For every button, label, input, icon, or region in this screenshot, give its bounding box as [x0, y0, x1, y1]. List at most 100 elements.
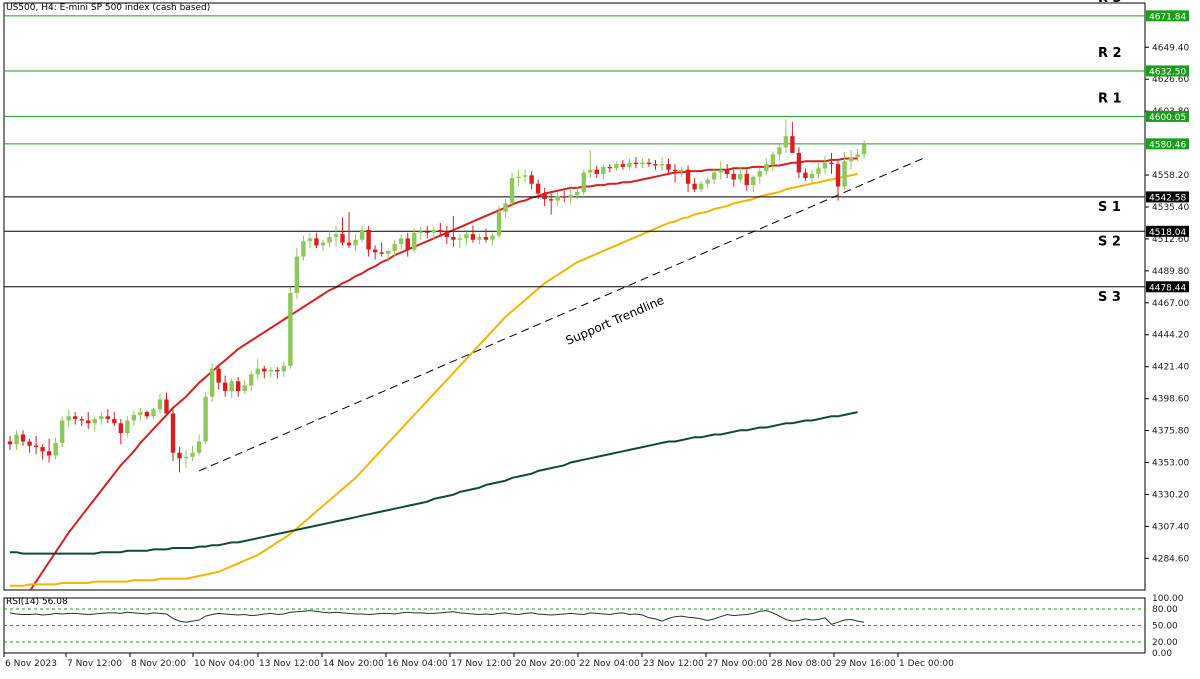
chart-window: US500, H4: E-mini SP 500 index (cash bas… [0, 0, 1200, 675]
candle-body [666, 164, 671, 170]
candle-body [796, 152, 802, 173]
candle-body [27, 441, 32, 446]
candle-body [242, 385, 247, 392]
candle-body [333, 234, 339, 237]
candle-body [144, 412, 150, 417]
candle-body [346, 242, 352, 246]
candle-body [861, 144, 867, 155]
x-tick-label: 6 Nov 2023 [5, 659, 57, 669]
candle-body [614, 164, 619, 169]
moving-average-line [10, 411, 858, 555]
candle-body [542, 193, 547, 200]
candle-body [294, 256, 300, 293]
rsi-tick-label: 0.00 [1152, 649, 1172, 659]
x-tick-label: 27 Nov 00:00 [707, 659, 768, 669]
candle-body [209, 368, 215, 397]
candle-body [770, 154, 776, 165]
x-tick-label: 29 Nov 16:00 [835, 659, 896, 669]
level-label: R 1 [1098, 91, 1122, 106]
candle-body [314, 238, 319, 246]
candle-body [216, 368, 221, 383]
candle-body [725, 169, 730, 174]
candle-body [379, 252, 384, 254]
symbol-header: US500, H4: E-mini SP 500 index (cash bas… [6, 3, 211, 13]
x-tick-label: 13 Nov 12:00 [259, 659, 320, 669]
candle-body [829, 162, 834, 165]
candle-body [138, 412, 143, 415]
candle-body [66, 416, 71, 421]
candle-body [738, 173, 743, 180]
candle-body [33, 445, 39, 448]
rsi-header: RSI(14) 56.08 [6, 597, 68, 607]
candle-body [196, 441, 202, 453]
x-tick-label: 17 Nov 12:00 [451, 659, 512, 669]
candle-body [372, 249, 378, 253]
candle-body [151, 409, 156, 417]
candle-body [568, 194, 573, 198]
candle-body [131, 414, 137, 421]
candle-body [477, 236, 482, 240]
candle-body [183, 456, 189, 459]
candle-body [816, 168, 821, 174]
candle-body [464, 234, 469, 239]
candle-body [672, 169, 678, 172]
candle-body [764, 164, 769, 172]
candle-body [679, 169, 684, 172]
candle-body [783, 136, 789, 148]
x-tick-label: 14 Nov 20:00 [323, 659, 384, 669]
x-tick-label: 28 Nov 08:00 [771, 659, 832, 669]
rsi-line [9, 610, 865, 625]
candle-body [385, 250, 391, 254]
candle-body [757, 171, 762, 177]
candle-body [340, 234, 345, 243]
candle-body [835, 164, 841, 187]
candle-body [803, 172, 808, 179]
candle-body [229, 381, 234, 392]
candle-body [809, 173, 815, 179]
candle-body [86, 420, 91, 424]
candle-body [822, 162, 828, 169]
x-tick-label: 16 Nov 04:00 [387, 659, 448, 669]
level-price-label: 4600.05 [1149, 113, 1186, 123]
candle-body [79, 419, 84, 421]
candle-body [118, 423, 124, 434]
x-tick-label: 1 Dec 00:00 [899, 659, 954, 669]
support-trendline [198, 158, 923, 472]
candle-body [177, 452, 182, 459]
candle-body [496, 211, 502, 236]
candle-body [562, 196, 567, 198]
candle-body [503, 203, 508, 212]
candle-body [73, 416, 78, 420]
candle-body [170, 413, 176, 453]
candle-body [601, 166, 606, 174]
candle-body [399, 238, 404, 244]
candle-body [320, 242, 326, 246]
level-label: S 2 [1098, 234, 1121, 249]
level-label: R 3 [1098, 0, 1122, 6]
candle-body [275, 370, 280, 372]
candle-body [112, 419, 117, 424]
candle-body [490, 235, 495, 240]
candle-body [203, 396, 208, 442]
candle-body [692, 183, 697, 190]
candle-body [522, 175, 528, 177]
y-tick-label: 4398.60 [1152, 395, 1189, 405]
candle-body [255, 368, 260, 375]
y-tick-label: 4375.80 [1152, 427, 1189, 437]
candle-body [164, 399, 169, 414]
level-price-label: 4580.46 [1149, 140, 1186, 150]
candle-body [451, 236, 456, 240]
candle-body [46, 451, 52, 456]
candle-body [627, 162, 632, 167]
candle-body [777, 147, 782, 155]
candle-body [105, 416, 110, 420]
price-chart[interactable]: 4649.404626.604603.804558.204535.404512.… [0, 0, 1200, 675]
candle-body [848, 157, 854, 162]
level-price-label: 4518.04 [1149, 228, 1186, 238]
candle-body [470, 234, 476, 240]
candle-body [92, 419, 97, 424]
candle-body [327, 236, 332, 243]
candle-body [855, 154, 860, 158]
level-price-label: 4478.44 [1149, 283, 1186, 293]
y-tick-label: 4284.60 [1152, 554, 1189, 564]
